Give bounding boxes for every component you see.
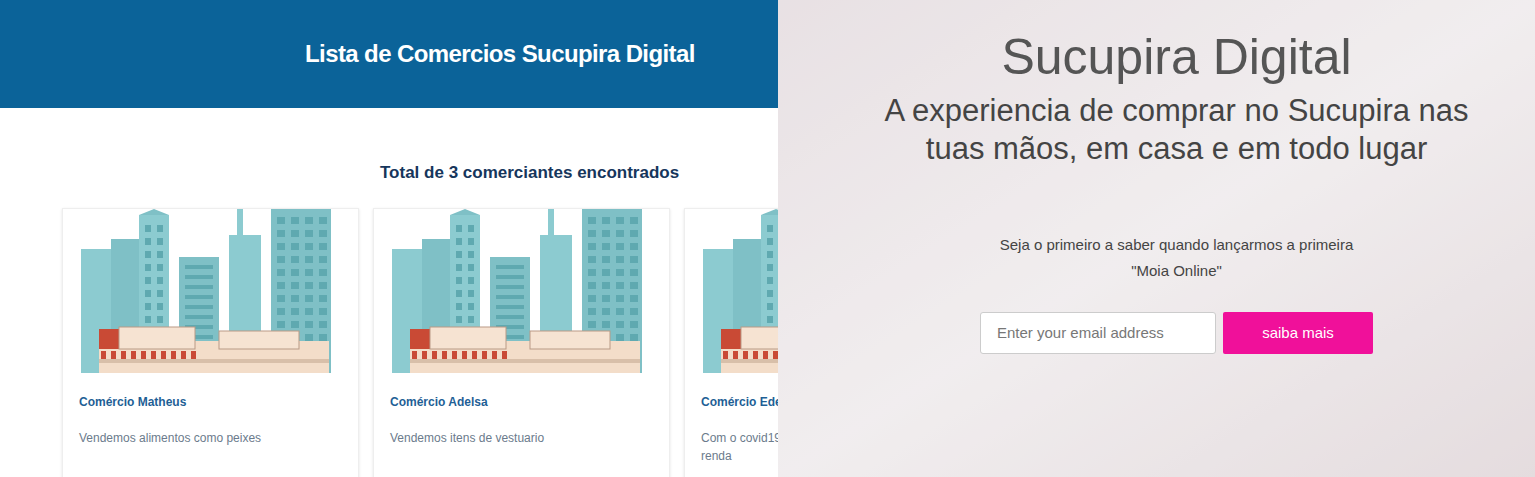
merchant-description: Com o covid19 tivrenda [701, 411, 778, 465]
landing-notice: Seja o primeiro a saber quando lançarmos… [982, 168, 1372, 284]
merchant-name[interactable]: Comércio Matheus [79, 373, 342, 411]
landing-overlay: Sucupira DigitalA experiencia de comprar… [778, 0, 1535, 477]
landing-page: Sucupira DigitalA experiencia de comprar… [778, 0, 1535, 477]
merchant-card[interactable]: Comércio EdemilCom o covid19 tivrenda [684, 208, 778, 477]
page-header: Lista de Comercios Sucupira Digital [0, 0, 778, 108]
merchant-description: Vendemos alimentos como peixes [79, 411, 342, 447]
page-title: Lista de Comercios Sucupira Digital [305, 36, 695, 72]
results-summary: Total de 3 comerciantes encontrados [0, 108, 778, 186]
email-input[interactable] [980, 312, 1216, 354]
city-illustration-icon [390, 209, 654, 373]
city-illustration-icon [79, 209, 343, 373]
merchant-cards: Comércio MatheusVendemos alimentos como … [0, 186, 778, 477]
landing-title: Sucupira Digital [1001, 0, 1351, 88]
merchant-name[interactable]: Comércio Adelsa [390, 373, 653, 411]
app: Lista de Comercios Sucupira Digital Total… [0, 0, 1535, 477]
landing-subtitle: A experiencia de comprar no Sucupira nas… [877, 88, 1477, 168]
merchant-card[interactable]: Comércio MatheusVendemos alimentos como … [62, 208, 359, 477]
merchant-description: Vendemos itens de vestuario [390, 411, 653, 447]
city-illustration-icon [701, 209, 778, 373]
saiba-mais-button[interactable]: saiba mais [1223, 312, 1373, 354]
merchant-card[interactable]: Comércio AdelsaVendemos itens de vestuar… [373, 208, 670, 477]
signup-form: saiba mais [980, 284, 1373, 354]
merchant-list-page: Lista de Comercios Sucupira Digital Total… [0, 0, 778, 477]
merchant-name[interactable]: Comércio Edemil [701, 373, 778, 411]
